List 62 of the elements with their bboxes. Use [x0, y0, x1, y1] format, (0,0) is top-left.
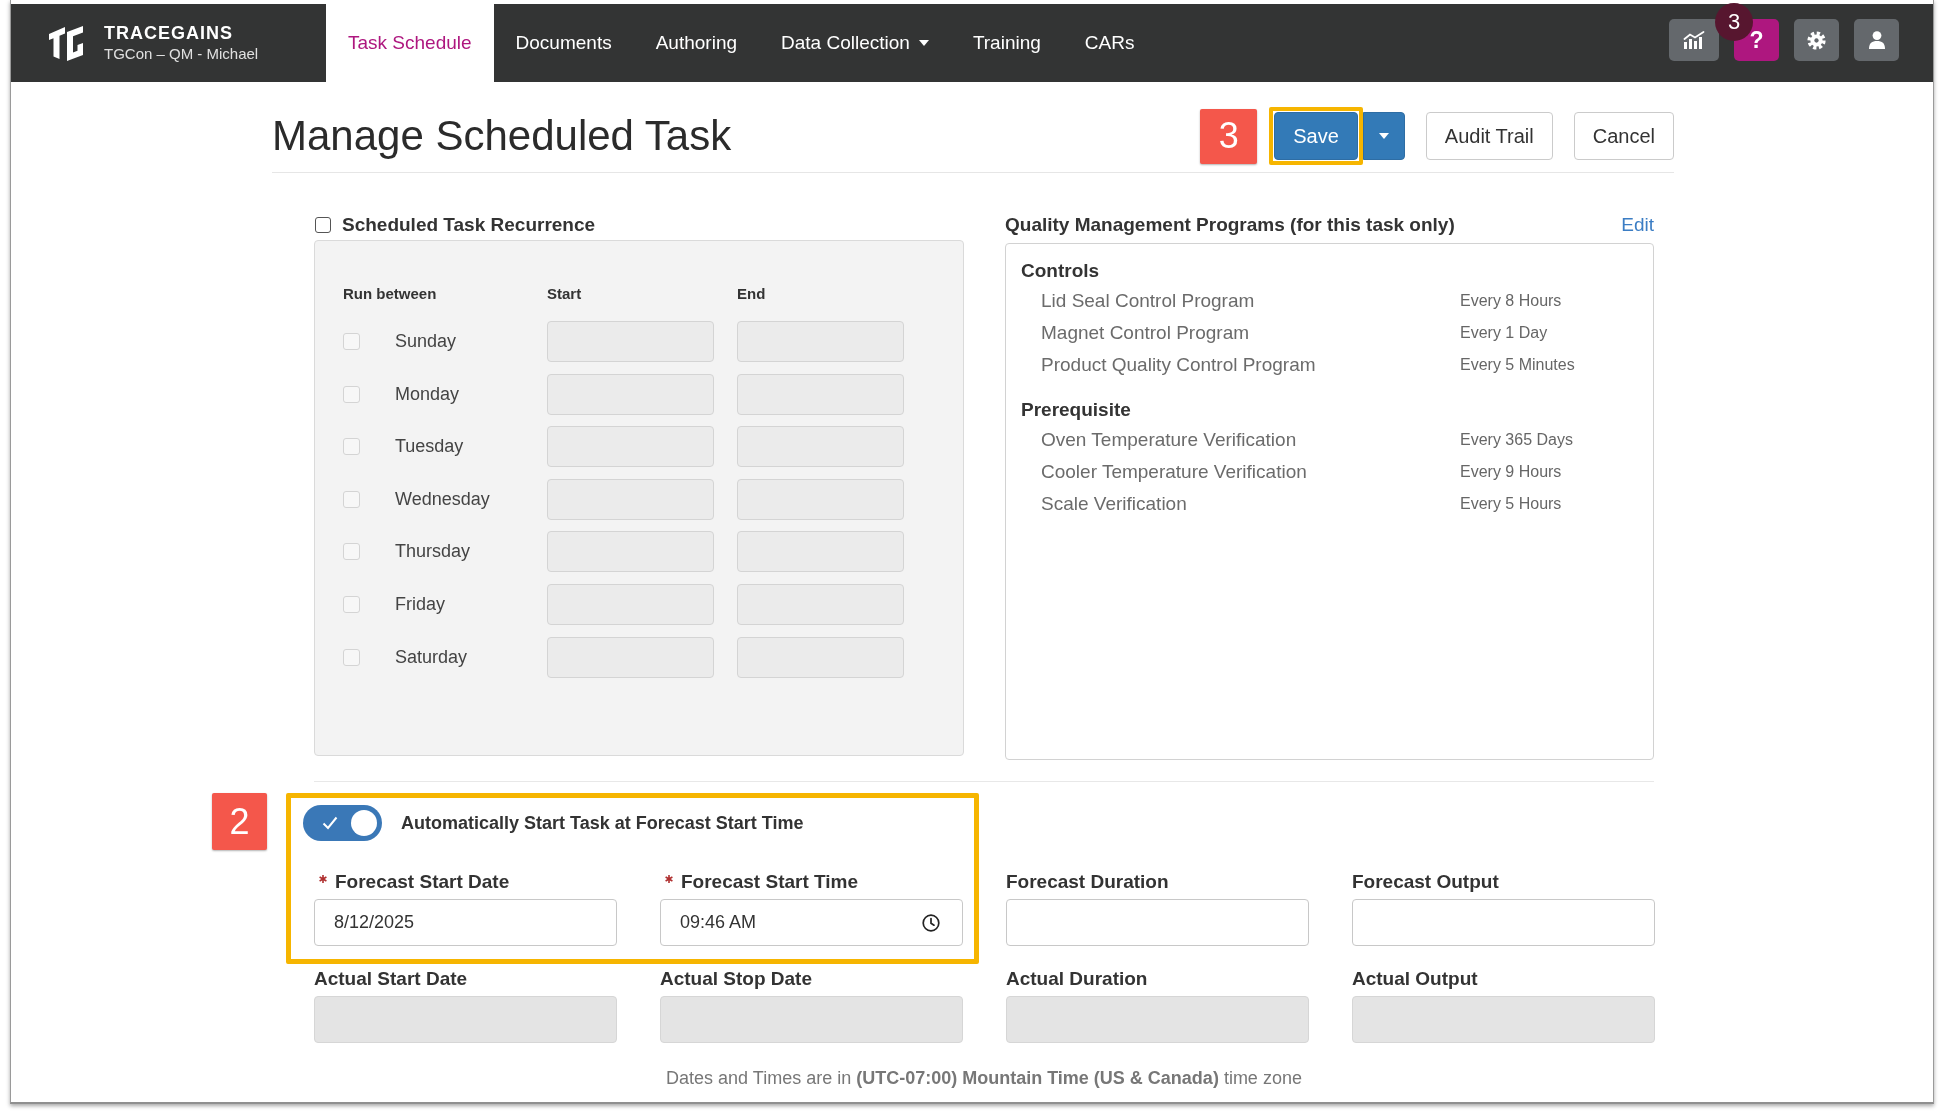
toggle-switch[interactable]: [303, 805, 382, 841]
group-heading: Prerequisite: [1021, 398, 1132, 422]
user-icon: [1868, 31, 1885, 49]
input-field[interactable]: 09:46 AM: [660, 899, 963, 946]
section-title: Scheduled Task Recurrence: [342, 213, 596, 237]
input-field[interactable]: 8/12/2025: [314, 899, 617, 946]
field-label: Actual Stop Date: [660, 968, 813, 990]
field-label: Actual Output: [1352, 968, 1478, 990]
clock-icon: [922, 913, 940, 932]
field-label: Forecast Start Date: [335, 871, 510, 893]
day-label: Saturday: [395, 646, 468, 668]
logo-icon: [47, 25, 85, 61]
field-label: Forecast Output: [1352, 871, 1499, 893]
program-name: Magnet Control Program: [1041, 322, 1251, 344]
brand-name: TRACEGAINS: [104, 22, 234, 44]
program-frequency: Every 1 Day: [1460, 324, 1548, 342]
program-frequency: Every 5 Hours: [1460, 495, 1562, 513]
day-label: Wednesday: [395, 488, 490, 510]
settings-button[interactable]: [1794, 19, 1839, 61]
settings-icon: [1807, 30, 1826, 50]
field-label: Forecast Duration: [1006, 871, 1169, 893]
toolbar-button[interactable]: Audit Trail: [1425, 112, 1553, 160]
check-icon: [322, 816, 338, 830]
day-label: Sunday: [395, 331, 457, 352]
day-label: Tuesday: [395, 436, 464, 458]
field-label: Actual Start Date: [314, 968, 468, 990]
program-frequency: Every 8 Hours: [1460, 292, 1562, 310]
nav-tab[interactable]: Task Schedule: [326, 4, 494, 82]
column-header: Run between: [343, 284, 438, 304]
program-name: Lid Seal Control Program: [1041, 290, 1256, 312]
day-label: Friday: [395, 593, 445, 615]
section-title: Quality Management Programs (for this task only): [1005, 213, 1455, 237]
callout-number: 2: [212, 793, 267, 850]
reports-button[interactable]: [1669, 19, 1719, 61]
chart-icon: [1683, 31, 1705, 49]
callout-number: 3: [1200, 108, 1258, 164]
edit-link[interactable]: Edit: [1621, 214, 1654, 236]
caret-icon: [1378, 133, 1389, 139]
column-header: End: [737, 284, 766, 304]
program-frequency: Every 365 Days: [1460, 431, 1573, 449]
day-label: Monday: [395, 383, 460, 405]
field-label: Actual Duration: [1006, 968, 1148, 990]
program-frequency: Every 9 Hours: [1460, 463, 1562, 481]
page-title: Manage Scheduled Task: [272, 112, 732, 160]
input-field[interactable]: [1006, 899, 1309, 946]
toolbar-button[interactable]: Cancel: [1573, 112, 1674, 160]
program-name: Scale Verification: [1041, 493, 1188, 515]
group-heading: Controls: [1021, 259, 1101, 283]
input-field[interactable]: [1352, 899, 1655, 946]
account-button[interactable]: [1854, 19, 1899, 61]
field-label: Forecast Start Time: [681, 871, 859, 893]
account-name: TGCon – QM - Michael: [104, 44, 259, 64]
column-header: Start: [547, 284, 583, 304]
time-zone-note: Dates and Times are in (UTC-07:00) Mountain Time (US & Canada) time zone: [665, 1067, 1303, 1090]
program-name: Cooler Temperature Verification: [1041, 461, 1308, 483]
dropdown-button[interactable]: [1362, 112, 1405, 160]
program-frequency: Every 5 Minutes: [1460, 356, 1575, 374]
program-name: Product Quality Control Program: [1041, 354, 1317, 376]
save-button[interactable]: Save: [1274, 112, 1358, 160]
day-label: Thursday: [395, 541, 471, 563]
program-name: Oven Temperature Verification: [1041, 429, 1298, 451]
toggle-label: Automatically Start Task at Forecast Start Time: [401, 812, 804, 834]
